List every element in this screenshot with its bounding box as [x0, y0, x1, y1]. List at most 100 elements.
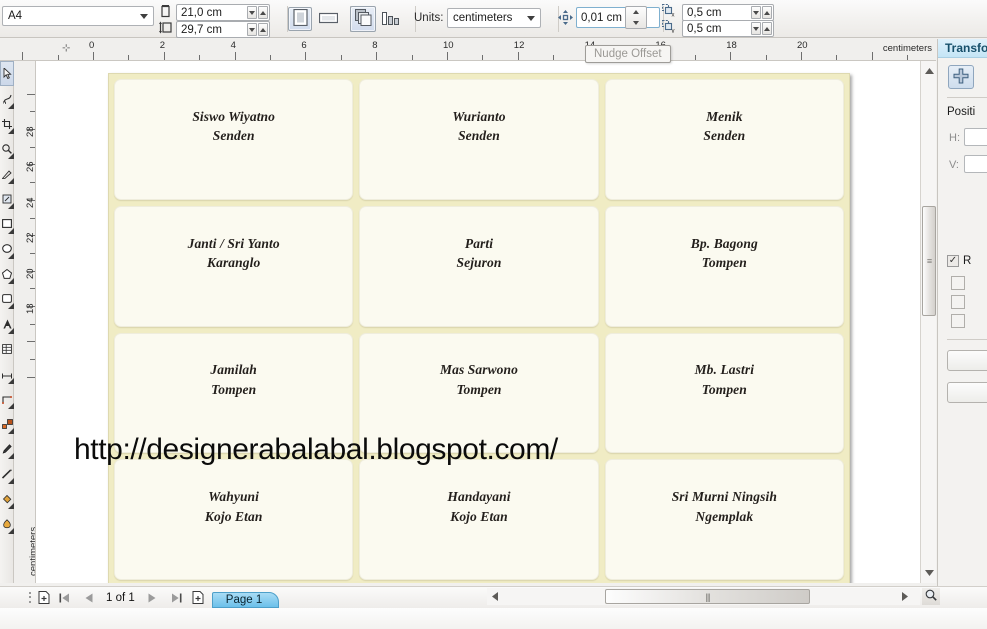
duplicate-distance-x-field[interactable]: 0,5 cm	[682, 4, 774, 21]
page-tab-1[interactable]: Page 1	[211, 592, 280, 608]
ellipse-tool-icon[interactable]	[0, 236, 14, 261]
label-card-name: Siswo Wiyatno	[192, 108, 276, 124]
last-page-button[interactable]	[169, 590, 185, 606]
apply-to-duplicate-button[interactable]	[947, 382, 987, 403]
v-position-input[interactable]	[964, 155, 987, 173]
dimension-tool-icon[interactable]	[0, 361, 14, 386]
horizontal-scrollbar[interactable]: |||	[487, 588, 920, 605]
scroll-down-button[interactable]	[921, 565, 937, 581]
anchor-cell-3[interactable]	[951, 314, 965, 328]
label-card-name: Jamilah	[210, 362, 257, 378]
scroll-left-button[interactable]	[487, 588, 503, 604]
page-width-icon	[160, 4, 171, 21]
label-card[interactable]: Sri Murni Ningsih Ngemplak	[604, 459, 844, 580]
apply-to-all-pages-button[interactable]	[350, 6, 376, 32]
portrait-orientation-button[interactable]	[288, 7, 312, 31]
page-height-up[interactable]	[258, 23, 268, 36]
duplicate-y-up[interactable]	[762, 22, 772, 35]
interactive-fill-icon[interactable]	[0, 511, 14, 536]
horizontal-scroll-thumb[interactable]: |||	[605, 589, 810, 604]
next-page-button[interactable]	[144, 590, 160, 606]
label-card[interactable]: Siswo Wiyatno Senden	[114, 79, 354, 200]
apply-to-current-page-button[interactable]	[380, 8, 402, 32]
label-card[interactable]: Bp. Bagong Tompen	[604, 205, 844, 327]
page-width-field[interactable]: 21,0 cm	[176, 4, 270, 21]
duplicate-y-down[interactable]	[751, 22, 761, 35]
page-height-spinner[interactable]	[247, 23, 268, 36]
duplicate-x-up[interactable]	[762, 6, 772, 19]
vertical-ruler[interactable]: 28 26 24 22 20 18 centimeters	[14, 61, 36, 583]
ruler-tick	[30, 182, 35, 184]
blend-tool-icon[interactable]	[0, 411, 14, 436]
nudge-offset-spinner[interactable]	[625, 6, 647, 29]
ruler-tick	[30, 288, 35, 290]
previous-page-button[interactable]	[81, 590, 97, 606]
add-page-after-button[interactable]	[190, 590, 206, 606]
duplicate-x-icon: x	[661, 3, 676, 20]
units-combo[interactable]: centimeters	[447, 8, 541, 28]
duplicate-x-down[interactable]	[751, 6, 761, 19]
vertical-scrollbar[interactable]: ≡	[920, 61, 936, 583]
zoom-status-button[interactable]	[922, 588, 940, 605]
label-card-place: Kojo Etan	[450, 508, 508, 524]
anchor-cell-1[interactable]	[951, 276, 965, 290]
transform-position-button[interactable]	[948, 65, 974, 89]
polygon-tool-icon[interactable]	[0, 261, 14, 286]
label-card-place: Senden	[212, 128, 255, 144]
anchor-cell-2[interactable]	[951, 295, 965, 309]
landscape-orientation-button[interactable]	[316, 7, 340, 31]
horizontal-ruler[interactable]: ⊹ centimeters 02468101214161820	[14, 39, 936, 61]
label-card[interactable]: Handayani Kojo Etan	[359, 459, 599, 580]
nudge-offset-field[interactable]: 0,01 cm	[576, 7, 660, 28]
first-page-button[interactable]	[56, 590, 72, 606]
docker-title: Transfo	[938, 39, 987, 58]
toolbox[interactable]	[0, 61, 14, 583]
page-height-field[interactable]: 29,7 cm	[176, 21, 270, 38]
label-card[interactable]: Wahyuni Kojo Etan	[114, 459, 354, 580]
connector-tool-icon[interactable]	[0, 386, 14, 411]
ruler-label: 20	[25, 268, 36, 279]
scroll-right-button[interactable]	[897, 588, 913, 604]
basic-shapes-icon[interactable]	[0, 286, 14, 311]
statusbar-drag-handle[interactable]	[27, 591, 32, 605]
table-tool-icon[interactable]	[0, 336, 14, 361]
ruler-label: 20	[797, 40, 808, 51]
outline-tool-icon[interactable]	[0, 461, 14, 486]
label-card[interactable]: Parti Sejuron	[359, 205, 599, 327]
ruler-tick	[270, 55, 271, 60]
page-height-down[interactable]	[247, 23, 257, 36]
duplicate-x-spinner[interactable]	[751, 6, 772, 19]
freehand-tool-icon[interactable]	[0, 161, 14, 186]
label-card[interactable]: Menik Senden	[604, 79, 844, 200]
page-width-down[interactable]	[247, 6, 257, 19]
rectangle-tool-icon[interactable]	[0, 211, 14, 236]
duplicate-distance-y-field[interactable]: 0,5 cm	[682, 20, 774, 37]
color-eyedropper-icon[interactable]	[0, 436, 14, 461]
apply-button[interactable]	[947, 350, 987, 371]
crop-tool-icon[interactable]	[0, 111, 14, 136]
relative-position-checkbox[interactable]: ✓	[947, 255, 959, 267]
ruler-origin-marker: ⊹	[62, 43, 71, 54]
page-width-up[interactable]	[258, 6, 268, 19]
page-size-combo[interactable]: A4	[2, 6, 154, 26]
ruler-tick	[730, 52, 732, 60]
shape-tool-icon[interactable]	[0, 86, 14, 111]
add-page-before-button[interactable]	[36, 590, 52, 606]
h-position-input[interactable]	[964, 128, 987, 146]
text-tool-icon[interactable]	[0, 311, 14, 336]
fill-tool-icon[interactable]	[0, 486, 14, 511]
vertical-scroll-thumb[interactable]: ≡	[922, 206, 936, 316]
smart-fill-icon[interactable]	[0, 186, 14, 211]
ruler-tick	[27, 341, 35, 343]
label-card[interactable]: Mb. Lastri Tompen	[604, 332, 844, 454]
label-card[interactable]: Janti / Sri Yanto Karanglo	[114, 205, 354, 327]
ruler-tick	[871, 52, 873, 60]
duplicate-y-spinner[interactable]	[751, 22, 772, 35]
scroll-up-button[interactable]	[921, 63, 937, 79]
zoom-tool-icon[interactable]	[0, 136, 14, 161]
document-page[interactable]: Siswo Wiyatno Senden Wurianto Senden Menik Se…	[108, 73, 850, 583]
drawing-canvas[interactable]: Siswo Wiyatno Senden Wurianto Senden Menik Se…	[36, 61, 920, 583]
page-width-spinner[interactable]	[247, 6, 268, 19]
pick-tool-icon[interactable]	[0, 61, 14, 86]
label-card[interactable]: Wurianto Senden	[359, 79, 599, 200]
